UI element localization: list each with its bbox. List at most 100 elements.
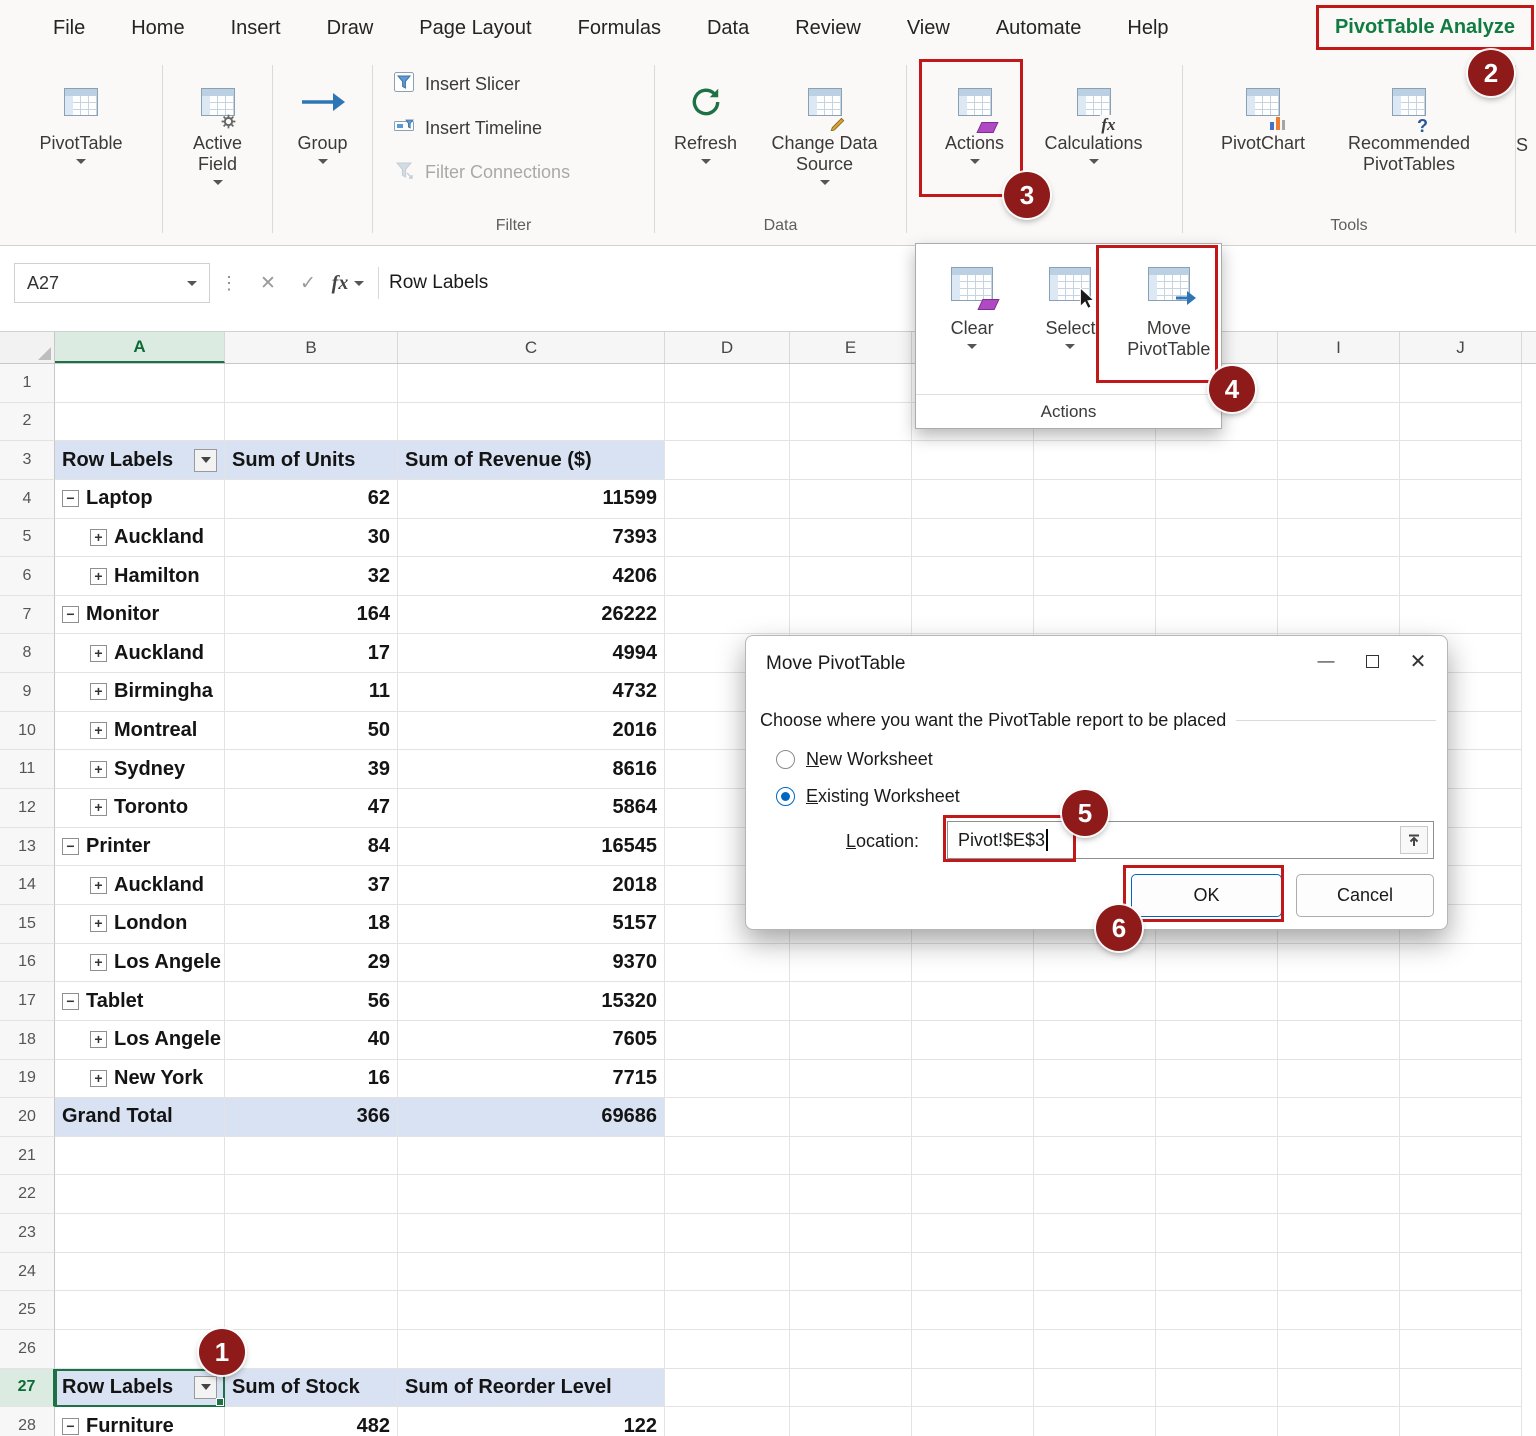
cell-I23[interactable] bbox=[1278, 1214, 1400, 1253]
cell-J26[interactable] bbox=[1400, 1330, 1522, 1369]
cell-E24[interactable] bbox=[790, 1253, 912, 1292]
cell-D7[interactable] bbox=[665, 596, 790, 635]
cell-I1[interactable] bbox=[1278, 364, 1400, 403]
cell-E2[interactable] bbox=[790, 403, 912, 442]
cell-D28[interactable] bbox=[665, 1407, 790, 1436]
cell-F19[interactable] bbox=[912, 1060, 1034, 1099]
cell-J22[interactable] bbox=[1400, 1175, 1522, 1214]
cell-G19[interactable] bbox=[1034, 1060, 1156, 1099]
row-header-22[interactable]: 22 bbox=[0, 1175, 55, 1214]
cell-J3[interactable] bbox=[1400, 441, 1522, 480]
row-header-28[interactable]: 28 bbox=[0, 1407, 55, 1436]
row-labels-filter-button[interactable] bbox=[194, 449, 217, 472]
cell-H25[interactable] bbox=[1156, 1291, 1278, 1330]
row-header-19[interactable]: 19 bbox=[0, 1060, 55, 1099]
cell-G3[interactable] bbox=[1034, 441, 1156, 480]
cell-D25[interactable] bbox=[665, 1291, 790, 1330]
cell-F23[interactable] bbox=[912, 1214, 1034, 1253]
row-header-12[interactable]: 12 bbox=[0, 789, 55, 828]
cell-I25[interactable] bbox=[1278, 1291, 1400, 1330]
cell-C1[interactable] bbox=[398, 364, 665, 403]
cell-C10[interactable]: 2016 bbox=[398, 712, 665, 751]
cell-B18[interactable]: 40 bbox=[225, 1021, 398, 1060]
cell-C21[interactable] bbox=[398, 1137, 665, 1176]
expand-toggle-icon[interactable]: + bbox=[90, 954, 107, 971]
cell-J2[interactable] bbox=[1400, 403, 1522, 442]
cell-J21[interactable] bbox=[1400, 1137, 1522, 1176]
cell-H18[interactable] bbox=[1156, 1021, 1278, 1060]
cell-D16[interactable] bbox=[665, 944, 790, 983]
cell-H19[interactable] bbox=[1156, 1060, 1278, 1099]
cell-G20[interactable] bbox=[1034, 1098, 1156, 1137]
cell-J4[interactable] bbox=[1400, 480, 1522, 519]
cell-B21[interactable] bbox=[225, 1137, 398, 1176]
cell-C27[interactable]: Sum of Reorder Level bbox=[398, 1369, 665, 1408]
insert-slicer-button[interactable]: Insert Slicer bbox=[393, 71, 654, 98]
cell-B20[interactable]: 366 bbox=[225, 1098, 398, 1137]
cell-H16[interactable] bbox=[1156, 944, 1278, 983]
cell-F26[interactable] bbox=[912, 1330, 1034, 1369]
cell-D17[interactable] bbox=[665, 982, 790, 1021]
location-input[interactable]: Pivot!$E$3 bbox=[947, 821, 1434, 859]
expand-toggle-icon[interactable]: + bbox=[90, 683, 107, 700]
close-icon[interactable]: ✕ bbox=[1395, 642, 1441, 680]
cell-C28[interactable]: 122 bbox=[398, 1407, 665, 1436]
cell-D3[interactable] bbox=[665, 441, 790, 480]
cell-I28[interactable] bbox=[1278, 1407, 1400, 1436]
cell-B16[interactable]: 29 bbox=[225, 944, 398, 983]
cell-E21[interactable] bbox=[790, 1137, 912, 1176]
cell-B13[interactable]: 84 bbox=[225, 828, 398, 867]
row-header-15[interactable]: 15 bbox=[0, 905, 55, 944]
cell-G17[interactable] bbox=[1034, 982, 1156, 1021]
cell-J1[interactable] bbox=[1400, 364, 1522, 403]
cell-D21[interactable] bbox=[665, 1137, 790, 1176]
row-header-6[interactable]: 6 bbox=[0, 557, 55, 596]
expand-toggle-icon[interactable]: + bbox=[90, 568, 107, 585]
cell-F16[interactable] bbox=[912, 944, 1034, 983]
insert-timeline-button[interactable]: Insert Timeline bbox=[393, 115, 654, 142]
cancel-button[interactable]: Cancel bbox=[1296, 874, 1434, 917]
cell-B12[interactable]: 47 bbox=[225, 789, 398, 828]
row-header-2[interactable]: 2 bbox=[0, 403, 55, 442]
cell-C6[interactable]: 4206 bbox=[398, 557, 665, 596]
cell-D27[interactable] bbox=[665, 1369, 790, 1408]
cell-E23[interactable] bbox=[790, 1214, 912, 1253]
expand-toggle-icon[interactable]: + bbox=[90, 1031, 107, 1048]
cell-D26[interactable] bbox=[665, 1330, 790, 1369]
cell-H21[interactable] bbox=[1156, 1137, 1278, 1176]
cell-I22[interactable] bbox=[1278, 1175, 1400, 1214]
cell-G22[interactable] bbox=[1034, 1175, 1156, 1214]
cell-E3[interactable] bbox=[790, 441, 912, 480]
cell-F21[interactable] bbox=[912, 1137, 1034, 1176]
cell-F7[interactable] bbox=[912, 596, 1034, 635]
cell-C11[interactable]: 8616 bbox=[398, 750, 665, 789]
row-header-13[interactable]: 13 bbox=[0, 828, 55, 867]
collapse-toggle-icon[interactable]: − bbox=[62, 838, 79, 855]
existing-worksheet-option[interactable]: Existing Worksheet bbox=[776, 786, 960, 807]
refresh-button[interactable]: Refresh bbox=[662, 63, 750, 164]
row-header-24[interactable]: 24 bbox=[0, 1253, 55, 1292]
cell-E4[interactable] bbox=[790, 480, 912, 519]
cell-E17[interactable] bbox=[790, 982, 912, 1021]
formula-input[interactable]: Row Labels bbox=[389, 272, 488, 294]
cell-C7[interactable]: 26222 bbox=[398, 596, 665, 635]
cell-J24[interactable] bbox=[1400, 1253, 1522, 1292]
cell-I2[interactable] bbox=[1278, 403, 1400, 442]
cell-H23[interactable] bbox=[1156, 1214, 1278, 1253]
cell-A8[interactable]: +Auckland bbox=[55, 634, 225, 673]
cell-I21[interactable] bbox=[1278, 1137, 1400, 1176]
cell-F5[interactable] bbox=[912, 519, 1034, 558]
cell-H6[interactable] bbox=[1156, 557, 1278, 596]
cell-G7[interactable] bbox=[1034, 596, 1156, 635]
expand-toggle-icon[interactable]: + bbox=[90, 915, 107, 932]
ok-button[interactable]: OK bbox=[1131, 874, 1282, 917]
cell-G24[interactable] bbox=[1034, 1253, 1156, 1292]
cell-H20[interactable] bbox=[1156, 1098, 1278, 1137]
maximize-icon[interactable] bbox=[1349, 642, 1395, 680]
column-header-B[interactable]: B bbox=[225, 332, 398, 363]
collapse-toggle-icon[interactable]: − bbox=[62, 993, 79, 1010]
cell-B19[interactable]: 16 bbox=[225, 1060, 398, 1099]
select-menu-item[interactable]: Select bbox=[1024, 250, 1116, 394]
cell-F20[interactable] bbox=[912, 1098, 1034, 1137]
column-header-J[interactable]: J bbox=[1400, 332, 1522, 363]
